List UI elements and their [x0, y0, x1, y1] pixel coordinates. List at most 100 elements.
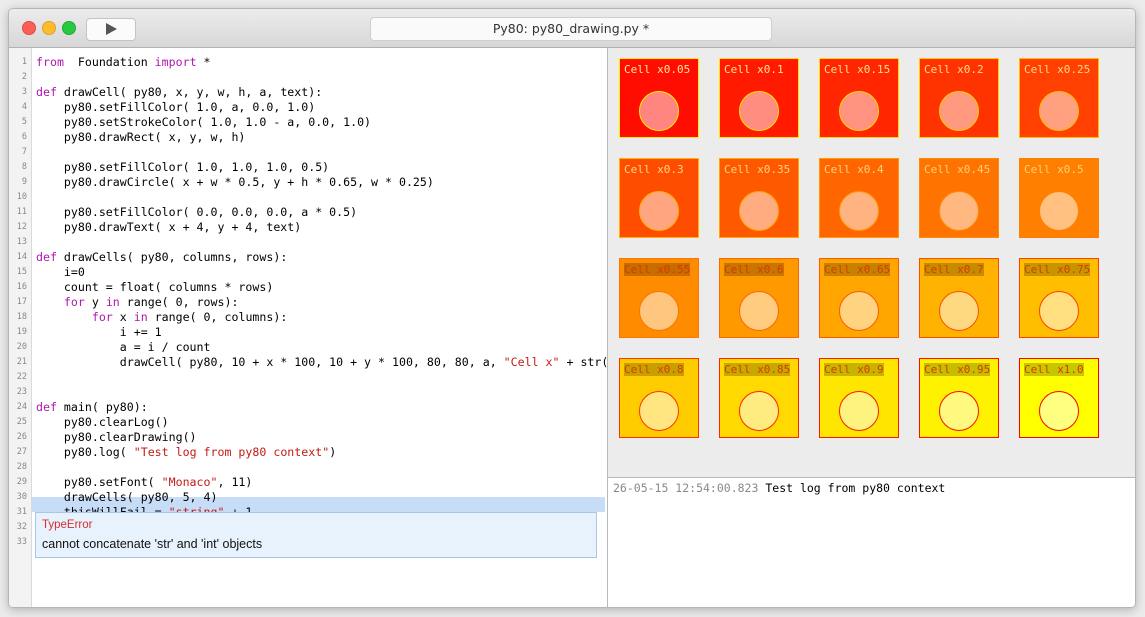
- code-line: py80.setFillColor( 0.0, 0.0, 0.0, a * 0.…: [36, 205, 357, 220]
- line-number: 30: [16, 492, 27, 502]
- cell-label: Cell x0.75: [1024, 263, 1091, 276]
- code-keyword: def: [36, 250, 57, 264]
- cell-circle: [739, 291, 779, 331]
- code-line: py80.setStrokeColor( 1.0, 1.0 - a, 0.0, …: [36, 115, 371, 130]
- cell-circle: [1039, 91, 1079, 131]
- drawing-cell: Cell x0.15: [819, 58, 899, 138]
- cell-label: Cell x0.55: [624, 263, 691, 276]
- cell-label: Cell x1.0: [1024, 363, 1084, 376]
- cell-circle: [639, 191, 679, 231]
- line-number: 8: [21, 162, 27, 172]
- line-number: 16: [16, 282, 27, 292]
- cell-circle: [739, 191, 779, 231]
- cell-circle: [939, 191, 979, 231]
- cell-circle: [639, 391, 679, 431]
- document-title: Py80: py80_drawing.py *: [370, 17, 772, 41]
- line-number: 29: [16, 477, 27, 487]
- code-line: for x in range( 0, columns):: [36, 310, 287, 325]
- code-keyword: in: [105, 295, 120, 309]
- cell-label: Cell x0.4: [824, 163, 884, 176]
- code-token: drawCell( py80, 10 + x * 100, 10 + y * 1…: [36, 355, 504, 369]
- code-keyword: from: [36, 55, 64, 69]
- code-line: py80.clearDrawing(): [36, 430, 197, 445]
- code-token: py80.clearLog(): [36, 415, 169, 429]
- code-token: i=0: [36, 265, 85, 279]
- cell-circle: [839, 391, 879, 431]
- minimize-window-button[interactable]: [42, 21, 56, 35]
- code-token: py80.drawRect( x, y, w, h): [36, 130, 246, 144]
- cell-circle: [939, 291, 979, 331]
- code-token: count = float( columns * rows): [36, 280, 274, 294]
- cell-label: Cell x0.7: [924, 263, 984, 276]
- drawing-cell: Cell x0.05: [619, 58, 699, 138]
- cell-label: Cell x0.25: [1024, 63, 1091, 76]
- cell-circle: [639, 291, 679, 331]
- code-token: py80.setFont(: [36, 475, 162, 489]
- drawing-cell: Cell x0.2: [919, 58, 999, 138]
- code-token: Foundation: [63, 55, 155, 69]
- drawing-cell: Cell x0.65: [819, 258, 899, 338]
- code-line: py80.clearLog(): [36, 415, 169, 430]
- code-line: for y in range( 0, rows):: [36, 295, 239, 310]
- code-token: a = i / count: [36, 340, 211, 354]
- line-number: 31: [16, 507, 27, 517]
- line-number: 27: [16, 447, 27, 457]
- code-line: i += 1: [36, 325, 162, 340]
- line-number: 2: [21, 72, 27, 82]
- run-button[interactable]: [86, 18, 136, 41]
- line-number: 15: [16, 267, 27, 277]
- code-line: py80.drawRect( x, y, w, h): [36, 130, 246, 145]
- code-token: x: [112, 310, 134, 324]
- cell-circle: [839, 291, 879, 331]
- line-number: 28: [16, 462, 27, 472]
- code-string: "Test log from py80 context": [133, 445, 330, 459]
- cell-label: Cell x0.2: [924, 63, 984, 76]
- cell-label: Cell x0.85: [724, 363, 791, 376]
- code-keyword: def: [36, 400, 57, 414]
- cell-circle: [739, 391, 779, 431]
- line-number: 19: [16, 327, 27, 337]
- drawing-cell: Cell x0.35: [719, 158, 799, 238]
- code-line: from Foundation import *: [36, 55, 211, 70]
- cell-label: Cell x0.5: [1024, 163, 1084, 176]
- line-number: 26: [16, 432, 27, 442]
- drawing-cell: Cell x0.6: [719, 258, 799, 338]
- drawing-cell: Cell x0.85: [719, 358, 799, 438]
- code-token: , 11): [217, 475, 253, 489]
- cell-circle: [939, 91, 979, 131]
- code-token: main( py80):: [56, 400, 148, 414]
- code-string: "Cell x": [503, 355, 560, 369]
- code-editor[interactable]: 1 2 3 4 5 6 7 8 9 10 11 12 13 14 15 16 17 18 19 20 21 22 23 24 2…: [9, 48, 629, 607]
- cell-label: Cell x0.95: [924, 363, 991, 376]
- code-line: py80.drawText( x + 4, y + 4, text): [36, 220, 301, 235]
- error-type: TypeError: [42, 519, 93, 531]
- cell-label: Cell x0.35: [724, 163, 791, 176]
- drawing-cell: Cell x0.8: [619, 358, 699, 438]
- line-number: 21: [16, 357, 27, 367]
- line-number: 13: [16, 237, 27, 247]
- code-token: y: [84, 295, 106, 309]
- line-number: 33: [16, 537, 27, 547]
- log-line: 26-05-15 12:54:00.823 Test log from py80…: [613, 481, 945, 495]
- cell-label: Cell x0.05: [624, 63, 691, 76]
- cell-circle: [1039, 191, 1079, 231]
- code-line: py80.log( "Test log from py80 context"): [36, 445, 336, 460]
- code-token: ): [329, 445, 337, 459]
- code-line: drawCell( py80, 10 + x * 100, 10 + y * 1…: [36, 355, 630, 370]
- zoom-window-button[interactable]: [62, 21, 76, 35]
- line-number: 4: [21, 102, 27, 112]
- code-line: drawCells( py80, 5, 4): [36, 490, 218, 505]
- code-keyword: def: [36, 85, 57, 99]
- cell-circle: [839, 91, 879, 131]
- cell-label: Cell x0.45: [924, 163, 991, 176]
- line-number-gutter: 1 2 3 4 5 6 7 8 9 10 11 12 13 14 15 16 17 18 19 20 21 22 23 24 2…: [9, 48, 32, 607]
- cell-circle: [639, 91, 679, 131]
- code-token: drawCell( py80, x, y, w, h, a, text):: [56, 85, 323, 99]
- line-number: 10: [16, 192, 27, 202]
- cell-circle: [939, 391, 979, 431]
- line-number: 20: [16, 342, 27, 352]
- code-token: py80.setFillColor( 0.0, 0.0, 0.0, a * 0.…: [36, 205, 358, 219]
- close-window-button[interactable]: [22, 21, 36, 35]
